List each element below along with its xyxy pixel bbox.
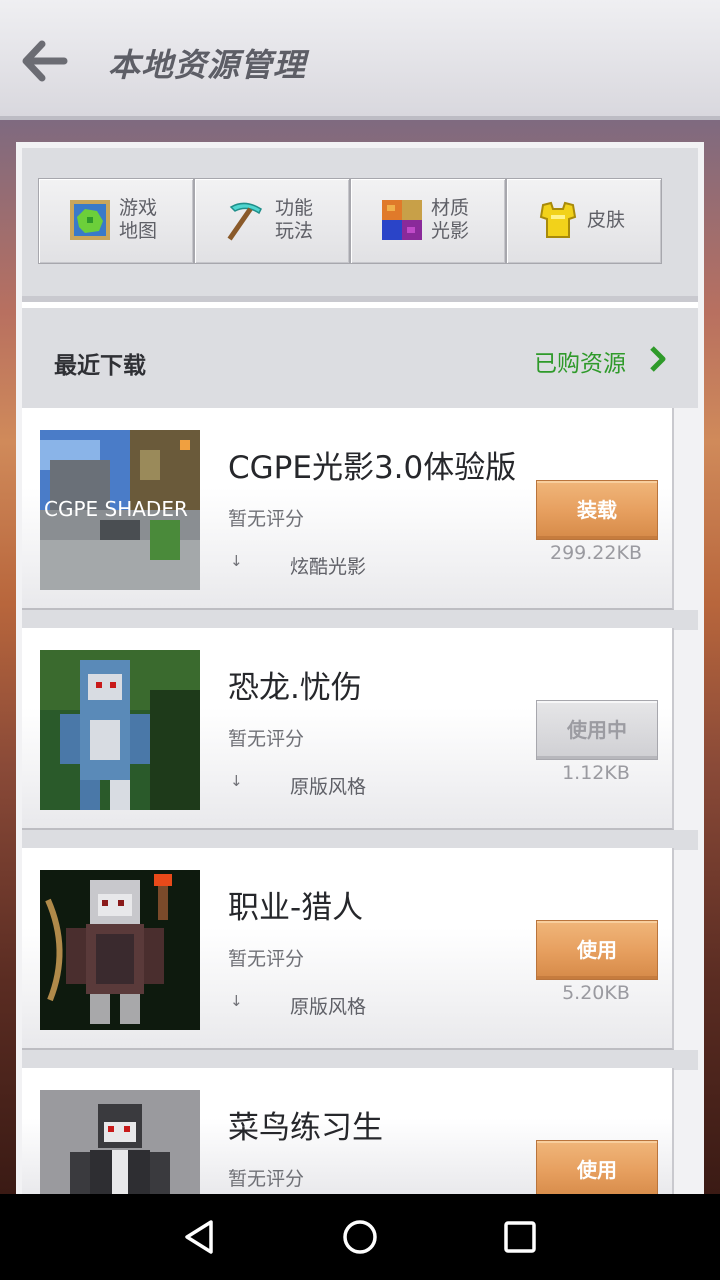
resource-thumbnail — [40, 1090, 200, 1194]
resource-category: 原版风格 — [290, 996, 367, 1018]
recent-downloads-title: 最近下载 — [54, 353, 146, 379]
category-label: 功能 玩法 — [275, 197, 314, 242]
system-navbar — [0, 1194, 720, 1280]
resource-size: 1.12KB — [562, 762, 630, 784]
map-icon — [70, 200, 110, 240]
top-bar: 本地资源管理 — [0, 0, 720, 120]
list-item[interactable]: 菜鸟练习生 暂无评分 使用 — [22, 1068, 674, 1200]
list-item[interactable]: 恐龙.忧伤 暂无评分 ↓ 原版风格 使用中 1.12KB — [22, 628, 674, 830]
load-button[interactable]: 装载 — [536, 480, 658, 540]
back-arrow-icon[interactable] — [20, 40, 68, 82]
resource-category: 原版风格 — [290, 776, 367, 798]
category-label: 游戏 地图 — [119, 197, 158, 242]
category-maps[interactable]: 游戏 地图 — [38, 178, 194, 264]
page-title: 本地资源管理 — [108, 46, 307, 84]
resource-name: 菜鸟练习生 — [228, 1110, 383, 1146]
pickaxe-icon — [227, 202, 262, 241]
use-button[interactable]: 使用 — [536, 1140, 658, 1200]
list-gap — [22, 1050, 698, 1070]
resource-thumbnail — [40, 650, 200, 810]
resource-rating: 暂无评分 — [228, 508, 305, 530]
nav-home-icon[interactable] — [335, 1212, 385, 1262]
category-label: 材质 光影 — [431, 197, 470, 242]
nav-recents-icon[interactable] — [495, 1212, 545, 1262]
category-features[interactable]: 功能 玩法 — [194, 178, 350, 264]
category-skins[interactable]: 皮肤 — [506, 178, 662, 264]
resource-thumbnail — [40, 870, 200, 1030]
category-textures[interactable]: 材质 光影 — [350, 178, 506, 264]
texture-icon — [382, 200, 422, 240]
list-item[interactable]: 职业-猎人 暂无评分 ↓ 原版风格 使用 5.20KB — [22, 848, 674, 1050]
in-use-button[interactable]: 使用中 — [536, 700, 658, 760]
armor-icon — [539, 201, 577, 238]
resource-rating: 暂无评分 — [228, 948, 305, 970]
category-label: 皮肤 — [587, 209, 626, 231]
list-item[interactable]: CGPE SHADER CGPE光影3.0体验版 暂无评分 ↓ 炫酷光影 装载 … — [22, 408, 674, 610]
purchased-resources-link[interactable]: 已购资源 — [534, 344, 626, 378]
resource-rating: 暂无评分 — [228, 1168, 305, 1190]
list-gap — [22, 830, 698, 850]
chevron-right-icon[interactable] — [648, 344, 668, 374]
resource-size: 5.20KB — [562, 982, 630, 1004]
download-arrow-icon: ↓ — [230, 992, 243, 1010]
list-gap — [22, 610, 698, 630]
nav-back-icon[interactable] — [175, 1212, 225, 1262]
resource-rating: 暂无评分 — [228, 728, 305, 750]
resource-name: CGPE光影3.0体验版 — [228, 450, 517, 486]
download-arrow-icon: ↓ — [230, 552, 243, 570]
resource-category: 炫酷光影 — [290, 556, 367, 578]
resource-name: 职业-猎人 — [228, 890, 364, 926]
resource-name: 恐龙.忧伤 — [228, 670, 362, 706]
download-arrow-icon: ↓ — [230, 772, 243, 790]
resource-size: 299.22KB — [550, 542, 642, 564]
resource-thumbnail: CGPE SHADER — [40, 430, 200, 590]
use-button[interactable]: 使用 — [536, 920, 658, 980]
thumbnail-text: CGPE SHADER — [44, 497, 188, 521]
